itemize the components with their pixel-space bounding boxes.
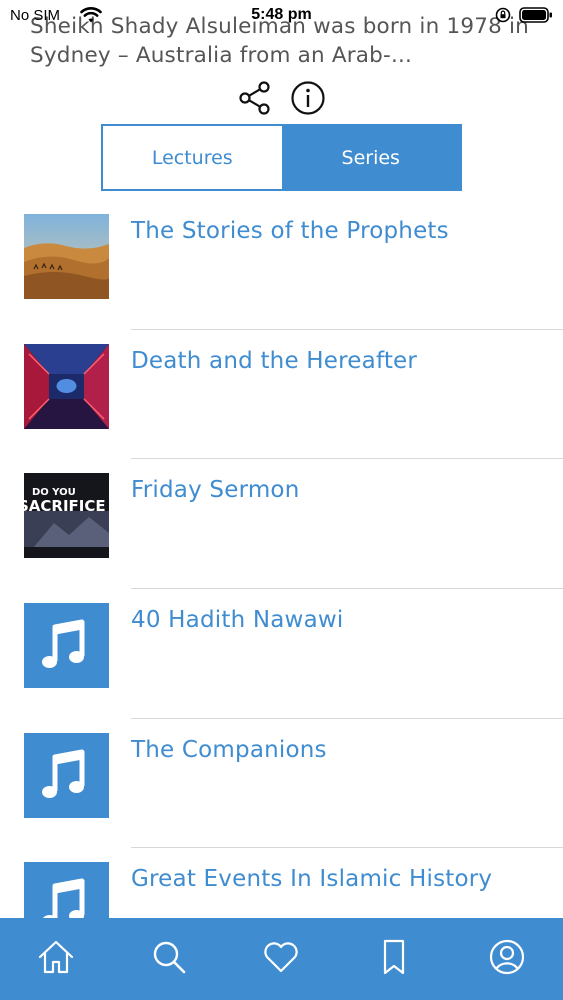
bookmark-icon [383,939,405,975]
list-item[interactable]: Death and the Hereafter [0,330,563,460]
rotation-lock-icon [495,7,511,23]
home-icon [39,940,74,974]
tab-search[interactable] [144,932,194,982]
list-item[interactable]: The Companions [0,719,563,849]
music-note-icon [24,603,109,689]
heart-icon [264,942,299,973]
info-icon[interactable] [290,80,326,116]
sacrifice-thumbnail: DO YOU SACRIFICE [24,473,109,559]
series-title: The Stories of the Prophets [131,218,449,244]
series-title: Great Events In Islamic History [131,866,493,893]
list-item[interactable]: DO YOU SACRIFICE Friday Sermon [0,459,563,590]
tab-bar [0,918,563,1000]
tab-home[interactable] [31,932,81,982]
segmented-control: Lectures Series [101,124,462,191]
tunnel-thumbnail [24,343,109,429]
tab-lectures[interactable]: Lectures [103,126,282,189]
series-title: Friday Sermon [131,477,300,504]
series-list: The Stories of the Prophets Death and th… [0,200,563,978]
battery-icon [519,7,552,23]
tab-favorites[interactable] [256,932,306,982]
list-item[interactable]: 40 Hadith Nawawi [0,589,563,719]
desert-thumbnail [24,214,109,299]
tab-series[interactable]: Series [281,126,460,189]
status-bar: No SIM 5:48 pm [0,0,563,34]
share-icon[interactable] [237,80,273,116]
series-title: The Companions [131,736,327,763]
tab-profile[interactable] [482,932,532,982]
profile-icon [489,939,524,975]
series-title: Death and the Hereafter [131,347,418,374]
list-item[interactable]: The Stories of the Prophets [0,200,563,330]
music-note-icon [24,732,109,818]
search-icon [153,941,186,974]
series-title: 40 Hadith Nawawi [131,607,344,634]
thumbnail-text: SACRIFICE [24,497,106,515]
clock: 5:48 pm [251,6,312,23]
tab-bookmarks[interactable] [369,932,419,982]
